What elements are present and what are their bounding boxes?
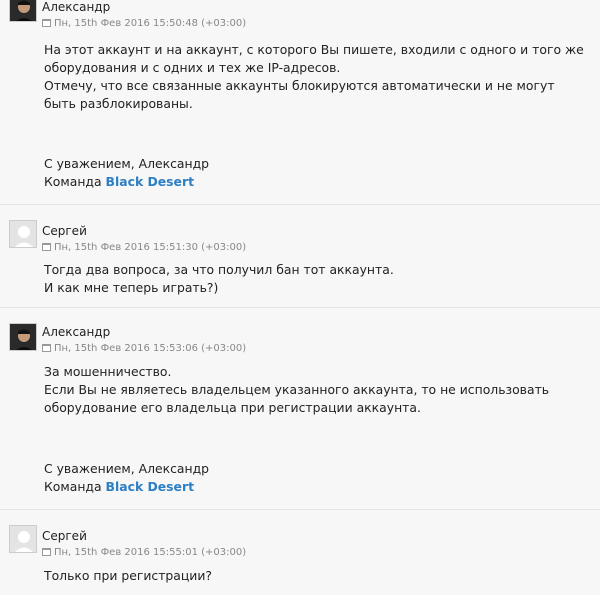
- calendar-icon: [42, 243, 51, 251]
- body-line: Если Вы не являетесь владельцем указанно…: [44, 382, 550, 397]
- avatar: [9, 0, 37, 22]
- team-prefix: Команда: [44, 174, 102, 189]
- signature-team: Команда Black Desert: [44, 478, 209, 496]
- body-line: Отмечу, что все связанные аккаунты блоки…: [44, 78, 555, 93]
- message-date: Пн, 15th Фев 2016 15:55:01 (+03:00): [42, 547, 246, 559]
- signature: С уважением, Александр Команда Black Des…: [44, 460, 209, 496]
- team-prefix: Команда: [44, 479, 102, 494]
- signature-regards: С уважением, Александр: [44, 461, 210, 476]
- body-line: На этот аккаунт и на аккаунт, с которого…: [44, 42, 584, 57]
- message-body: За мошенничество. Если Вы не являетесь в…: [44, 363, 549, 417]
- body-line: быть разблокированы.: [44, 96, 193, 111]
- team-link[interactable]: Black Desert: [106, 174, 194, 189]
- signature-regards: С уважением, Александр: [44, 156, 210, 171]
- author-name: Сергей: [42, 224, 87, 238]
- calendar-icon: [42, 548, 51, 556]
- message-date: Пн, 15th Фев 2016 15:53:06 (+03:00): [42, 343, 246, 355]
- separator: [0, 509, 600, 510]
- avatar: [9, 525, 37, 553]
- message-date: Пн, 15th Фев 2016 15:50:48 (+03:00): [42, 18, 246, 30]
- avatar: [9, 323, 37, 351]
- message-body: Только при регистрации?: [44, 567, 212, 585]
- body-line: За мошенничество.: [44, 364, 172, 379]
- team-link[interactable]: Black Desert: [106, 479, 194, 494]
- signature-team: Команда Black Desert: [44, 173, 209, 191]
- date-text: Пн, 15th Фев 2016 15:51:30 (+03:00): [54, 242, 247, 253]
- author-name: Сергей: [42, 529, 87, 543]
- body-line: оборудование его владельца при регистрац…: [44, 400, 421, 415]
- separator: [0, 307, 600, 308]
- message-body: На этот аккаунт и на аккаунт, с которого…: [44, 41, 584, 113]
- message-date: Пн, 15th Фев 2016 15:51:30 (+03:00): [42, 242, 246, 254]
- date-text: Пн, 15th Фев 2016 15:55:01 (+03:00): [54, 547, 247, 558]
- date-text: Пн, 15th Фев 2016 15:53:06 (+03:00): [54, 343, 247, 354]
- body-line: Только при регистрации?: [44, 568, 212, 583]
- separator: [0, 204, 600, 205]
- calendar-icon: [42, 344, 51, 352]
- avatar: [9, 220, 37, 248]
- body-line: И как мне теперь играть?): [44, 280, 219, 295]
- message-body: Тогда два вопроса, за что получил бан то…: [44, 261, 394, 297]
- body-line: оборудования и с одних и тех же IP-адрес…: [44, 60, 341, 75]
- author-name: Александр: [42, 325, 111, 339]
- body-line: Тогда два вопроса, за что получил бан то…: [44, 262, 394, 277]
- signature: С уважением, Александр Команда Black Des…: [44, 155, 209, 191]
- date-text: Пн, 15th Фев 2016 15:50:48 (+03:00): [54, 18, 247, 29]
- calendar-icon: [42, 19, 51, 27]
- author-name: Александр: [42, 0, 111, 14]
